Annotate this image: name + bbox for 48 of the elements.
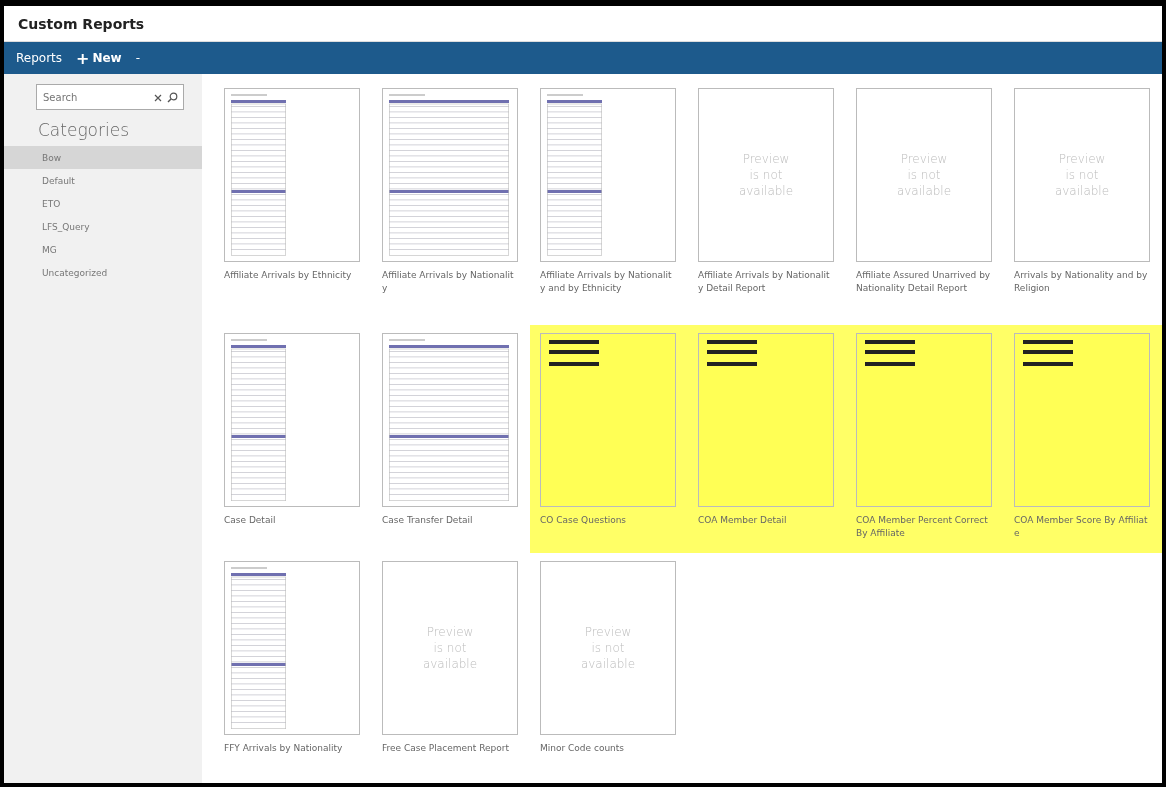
close-icon[interactable]: [154, 93, 162, 102]
category-item[interactable]: LFS_Query: [4, 215, 202, 238]
report-title[interactable]: COA Member Score By Affiliate: [1014, 514, 1150, 540]
search-icon[interactable]: [167, 92, 178, 103]
report-thumbnail[interactable]: [856, 333, 992, 507]
report-preview-drawing: [549, 340, 599, 366]
preview-unavailable-text: Preview: [584, 624, 632, 640]
category-item[interactable]: MG: [4, 238, 202, 261]
search-field[interactable]: Search: [36, 84, 184, 110]
report-preview-drawing: [1023, 340, 1073, 366]
preview-unavailable-text: Preview: [742, 151, 790, 167]
report-title[interactable]: CO Case Questions: [540, 514, 676, 527]
new-button[interactable]: + New: [76, 48, 122, 68]
report-title[interactable]: Arrivals by Nationality and by Religion: [1014, 269, 1150, 295]
report-thumbnail[interactable]: [224, 88, 360, 262]
category-item[interactable]: Bow: [4, 146, 202, 169]
report-title[interactable]: Affiliate Arrivals by Nationality Detail Report: [698, 269, 834, 295]
report-thumbnail[interactable]: [698, 333, 834, 507]
report-thumbnail[interactable]: [540, 333, 676, 507]
report-thumbnail[interactable]: [224, 333, 360, 507]
report-thumbnail[interactable]: [224, 561, 360, 735]
report-title[interactable]: COA Member Percent Correct By Affiliate: [856, 514, 992, 540]
report-title[interactable]: Affiliate Arrivals by Ethnicity: [224, 269, 360, 282]
report-title[interactable]: COA Member Detail: [698, 514, 834, 527]
preview-unavailable-text: Preview: [1058, 151, 1106, 167]
category-item[interactable]: Uncategorized: [4, 261, 202, 284]
report-preview-drawing: [707, 340, 757, 366]
report-title[interactable]: Affiliate Arrivals by Nationality and by Ethnicity: [540, 269, 676, 295]
reports-menu[interactable]: Reports: [16, 51, 63, 65]
report-preview-drawing: [865, 340, 915, 366]
category-item[interactable]: ETO: [4, 192, 202, 215]
window-title: Custom Reports: [18, 15, 145, 32]
report-title[interactable]: Affiliate Arrivals by Nationality: [382, 269, 518, 295]
report-thumbnail[interactable]: [1014, 333, 1150, 507]
report-title[interactable]: Case Transfer Detail: [382, 514, 518, 527]
preview-unavailable-text: Preview: [426, 624, 474, 640]
report-title[interactable]: FFY Arrivals by Nationality: [224, 742, 360, 755]
category-item[interactable]: Default: [4, 169, 202, 192]
report-title[interactable]: Case Detail: [224, 514, 360, 527]
report-thumbnail[interactable]: [540, 88, 676, 262]
categories-heading: Categories: [38, 120, 131, 140]
report-title[interactable]: Minor Code counts: [540, 742, 676, 755]
preview-unavailable-text: Preview: [900, 151, 948, 167]
report-thumbnail[interactable]: [382, 88, 518, 262]
dropdown-toggle[interactable]: -: [135, 51, 141, 65]
report-title[interactable]: Affiliate Assured Unarrived by Nationality Detail Report: [856, 269, 992, 295]
report-title[interactable]: Free Case Placement Report: [382, 742, 518, 755]
report-thumbnail[interactable]: [382, 333, 518, 507]
